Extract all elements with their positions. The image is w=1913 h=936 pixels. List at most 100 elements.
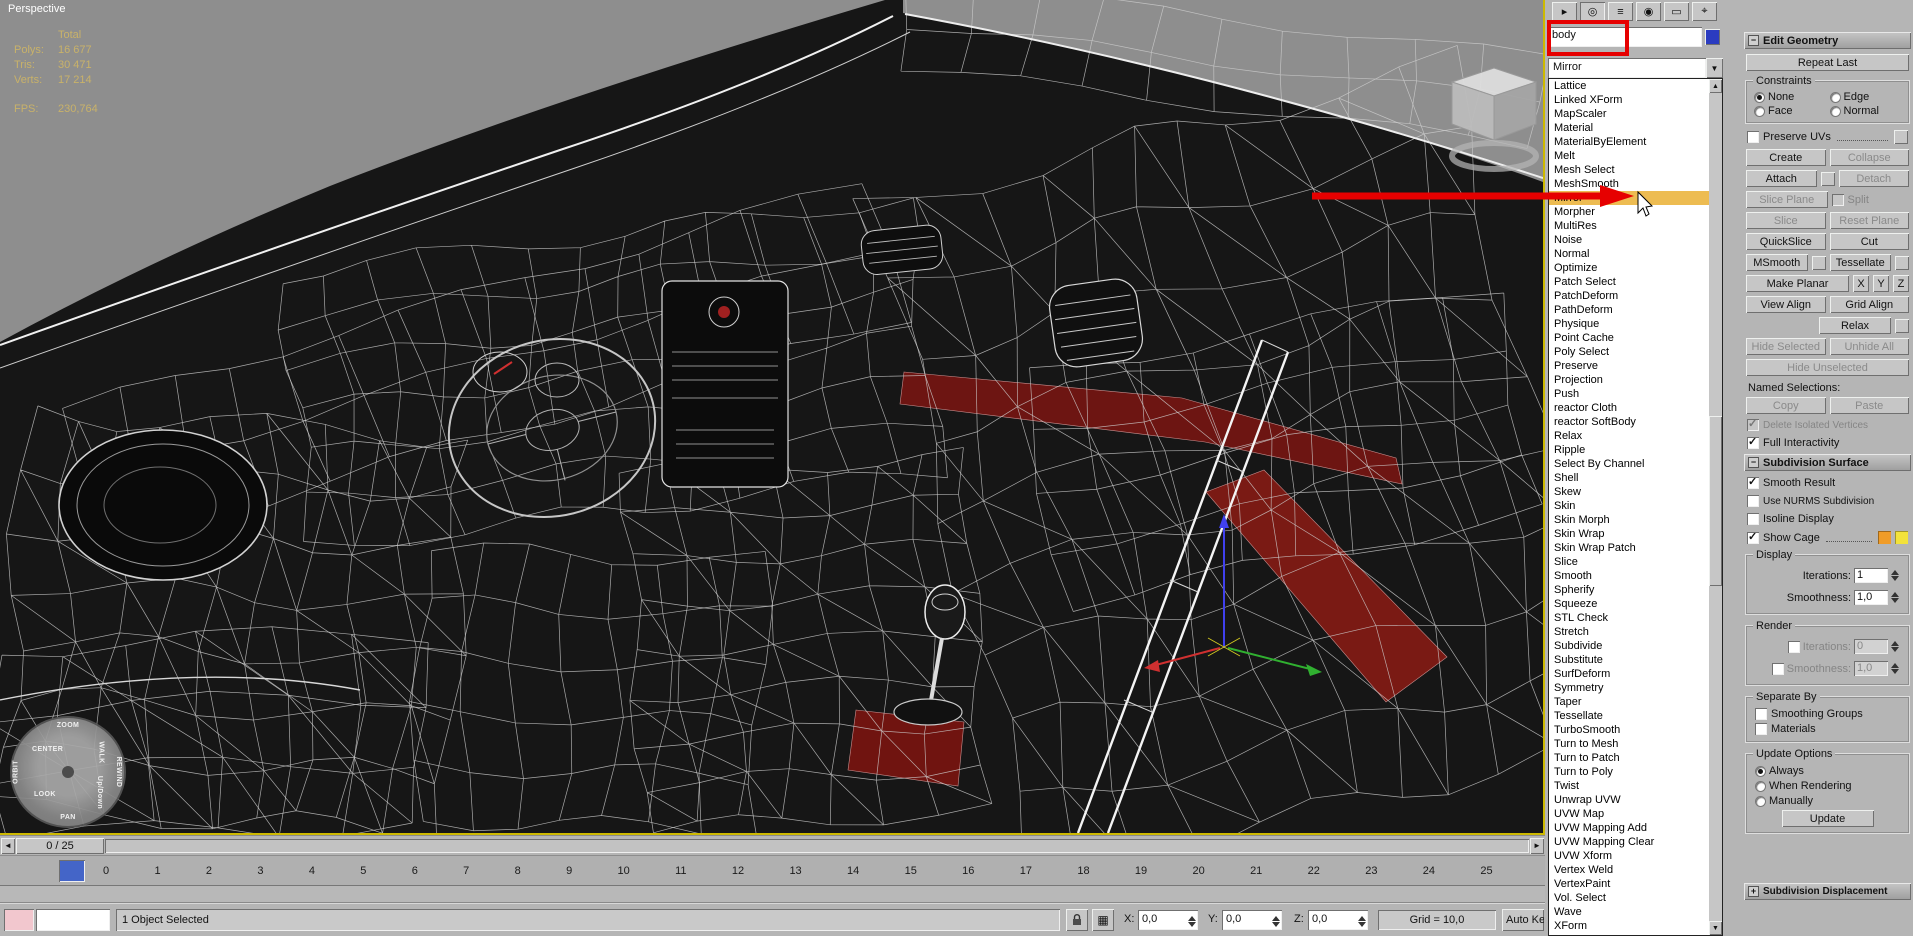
scrollbar-thumb[interactable] xyxy=(1709,416,1722,586)
tab-create[interactable]: ▸ xyxy=(1552,2,1577,21)
paste-button[interactable]: Paste xyxy=(1829,397,1909,414)
render-smoothness-checkbox[interactable] xyxy=(1771,662,1784,675)
scroll-down-button[interactable]: ▼ xyxy=(1709,921,1722,935)
modifier-list-item[interactable]: Wave xyxy=(1549,905,1709,919)
modifier-list-item[interactable]: Twist xyxy=(1549,779,1709,793)
modifier-list-item[interactable]: Unwrap UVW xyxy=(1549,793,1709,807)
modifier-list-item[interactable]: Physique xyxy=(1549,317,1709,331)
tessellate-settings-button[interactable] xyxy=(1895,255,1909,270)
modifier-list-item[interactable]: reactor SoftBody xyxy=(1549,415,1709,429)
attach-list-button[interactable] xyxy=(1820,171,1835,186)
modifier-list-item[interactable]: Point Cache xyxy=(1549,331,1709,345)
delete-isolated-vertices-checkbox[interactable]: Delete Isolated Vertices xyxy=(1747,417,1908,431)
modifier-list-item[interactable]: SurfDeform xyxy=(1549,667,1709,681)
hide-selected-button[interactable]: Hide Selected xyxy=(1746,338,1826,355)
cut-button[interactable]: Cut xyxy=(1829,233,1909,250)
modifier-list-item[interactable]: Material xyxy=(1549,121,1709,135)
view-align-button[interactable]: View Align xyxy=(1746,296,1826,313)
modifier-list-item[interactable]: Substitute xyxy=(1549,653,1709,667)
split-checkbox[interactable]: Split xyxy=(1831,193,1910,206)
auto-key-button[interactable]: Auto Key xyxy=(1502,909,1544,931)
attach-button[interactable]: Attach xyxy=(1746,170,1817,187)
modifier-list-item[interactable]: Smooth xyxy=(1549,569,1709,583)
smooth-result-checkbox[interactable]: Smooth Result xyxy=(1747,475,1908,489)
constraint-edge-radio[interactable]: Edge xyxy=(1829,91,1902,103)
modifier-list-item[interactable]: Melt xyxy=(1549,149,1709,163)
object-color-swatch[interactable] xyxy=(1705,29,1720,45)
wheel-walk[interactable]: WALK xyxy=(97,741,104,763)
slice-button[interactable]: Slice xyxy=(1746,212,1826,229)
modifier-list-item[interactable]: Stretch xyxy=(1549,625,1709,639)
tab-motion[interactable]: ◉ xyxy=(1636,2,1661,21)
repeat-last-button[interactable]: Repeat Last xyxy=(1746,54,1909,71)
modifier-list-item[interactable]: Vol. Select xyxy=(1549,891,1709,905)
render-smoothness-spinner[interactable] xyxy=(1891,659,1899,678)
modifier-list-item[interactable]: UVW Map xyxy=(1549,807,1709,821)
modifier-list-item[interactable]: Projection xyxy=(1549,373,1709,387)
wheel-orbit[interactable]: ORBIT xyxy=(12,760,19,784)
modifier-list-item[interactable]: MaterialByElement xyxy=(1549,135,1709,149)
render-iterations-field[interactable]: 0 xyxy=(1854,639,1888,654)
y-spinner[interactable] xyxy=(1272,912,1280,931)
scroll-up-button[interactable]: ▲ xyxy=(1709,79,1722,93)
modifier-list-item[interactable]: UVW Mapping Add xyxy=(1549,821,1709,835)
slice-plane-button[interactable]: Slice Plane xyxy=(1746,191,1828,208)
wheel-up-down[interactable]: Up/Down xyxy=(96,776,103,809)
detach-button[interactable]: Detach xyxy=(1838,170,1909,187)
modifier-list-item[interactable]: Turn to Poly xyxy=(1549,765,1709,779)
current-frame-marker[interactable] xyxy=(59,860,85,882)
modifier-list-item[interactable]: Noise xyxy=(1549,233,1709,247)
viewport-perspective[interactable]: Perspective Total Polys: 16 677 Tris: 30 4… xyxy=(0,0,1545,835)
isoline-display-checkbox[interactable]: Isoline Display xyxy=(1747,513,1908,525)
modifier-list-item[interactable]: Preserve xyxy=(1549,359,1709,373)
modifier-list-item[interactable]: Skin Wrap Patch xyxy=(1549,541,1709,555)
modifier-list-item[interactable]: Spherify xyxy=(1549,583,1709,597)
make-planar-button[interactable]: Make Planar xyxy=(1746,275,1849,292)
modifier-list-item[interactable]: MapScaler xyxy=(1549,107,1709,121)
modifier-list-item[interactable]: Shell xyxy=(1549,471,1709,485)
reset-plane-button[interactable]: Reset Plane xyxy=(1829,212,1909,229)
tab-modify[interactable]: ◎ xyxy=(1580,2,1605,21)
tessellate-button[interactable]: Tessellate xyxy=(1829,254,1891,271)
grid-align-button[interactable]: Grid Align xyxy=(1829,296,1909,313)
relax-button[interactable]: Relax xyxy=(1819,317,1891,334)
modifier-list-item[interactable]: Morpher xyxy=(1549,205,1709,219)
create-button[interactable]: Create xyxy=(1746,149,1826,166)
smoothing-groups-checkbox[interactable]: Smoothing Groups xyxy=(1755,708,1900,720)
rollout-edit-geometry-header[interactable]: − Edit Geometry xyxy=(1744,32,1911,49)
planar-z-button[interactable]: Z xyxy=(1893,275,1909,292)
render-smoothness-field[interactable]: 1,0 xyxy=(1854,661,1888,676)
modifier-list-item[interactable]: Squeeze xyxy=(1549,597,1709,611)
modifier-list-item[interactable]: Poly Select xyxy=(1549,345,1709,359)
modifier-list-item[interactable]: Patch Select xyxy=(1549,275,1709,289)
update-manually-radio[interactable]: Manually xyxy=(1755,795,1900,807)
cage-color-swatch[interactable] xyxy=(1878,531,1891,544)
wheel-center[interactable]: CENTER xyxy=(32,746,63,753)
modifier-list-item[interactable]: Taper xyxy=(1549,695,1709,709)
modifier-list-item[interactable]: Mesh Select xyxy=(1549,163,1709,177)
modifier-list-item[interactable]: Slice xyxy=(1549,555,1709,569)
x-coordinate-field[interactable]: 0,0 xyxy=(1138,910,1198,930)
modifier-list-item[interactable]: Vertex Weld xyxy=(1549,863,1709,877)
object-name-field[interactable]: body xyxy=(1548,27,1702,47)
update-always-radio[interactable]: Always xyxy=(1755,765,1900,777)
modifier-list-item[interactable]: Turn to Mesh xyxy=(1549,737,1709,751)
modifier-list-item[interactable]: Skin Wrap xyxy=(1549,527,1709,541)
display-iterations-field[interactable]: 1 xyxy=(1854,568,1888,583)
display-smoothness-field[interactable]: 1,0 xyxy=(1854,590,1888,605)
modifier-list-item[interactable]: MeshSmooth xyxy=(1549,177,1709,191)
modifier-list-item[interactable]: UVW Xform xyxy=(1549,849,1709,863)
track-bar-ruler[interactable]: 0 1 2 3 4 5 6 7 8 9 10 11 12 13 14 15 16 17 18 19 20 21 22 23 24… xyxy=(0,855,1723,886)
modifier-list-item[interactable]: Relax xyxy=(1549,429,1709,443)
modifier-list-item[interactable]: XForm xyxy=(1549,919,1709,933)
modifier-list-item[interactable]: Ripple xyxy=(1549,443,1709,457)
selection-lock-button[interactable] xyxy=(1066,909,1088,931)
time-slider-handle[interactable]: 0 / 25 xyxy=(16,837,104,854)
modifier-list-item[interactable]: TurboSmooth xyxy=(1549,723,1709,737)
modifier-list-item[interactable]: reactor Cloth xyxy=(1549,401,1709,415)
z-coordinate-field[interactable]: 0,0 xyxy=(1308,910,1368,930)
copy-button[interactable]: Copy xyxy=(1746,397,1826,414)
modifier-list-item[interactable]: STL Check xyxy=(1549,611,1709,625)
modifier-list-item[interactable]: MultiRes xyxy=(1549,219,1709,233)
msmooth-settings-button[interactable] xyxy=(1811,255,1826,270)
